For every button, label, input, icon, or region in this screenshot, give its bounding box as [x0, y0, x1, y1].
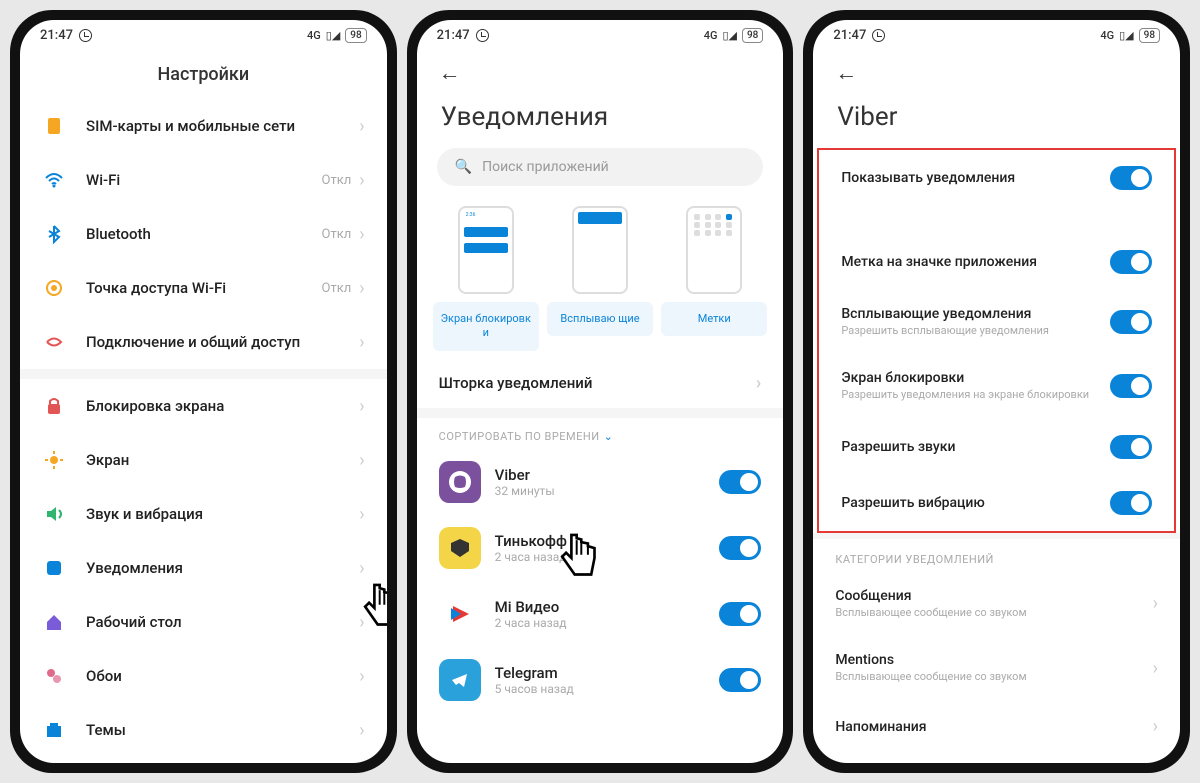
- chevron-right-icon: ›: [1153, 658, 1158, 679]
- notif-icon: [42, 556, 66, 580]
- settings-item[interactable]: Bluetooth Откл ›: [20, 207, 387, 261]
- app-row[interactable]: Mi Видео2 часа назад: [417, 581, 784, 647]
- settings-item[interactable]: Обои ›: [20, 649, 387, 703]
- settings-item[interactable]: Темы ›: [20, 703, 387, 757]
- settings-item[interactable]: SIM-карты и мобильные сети ›: [20, 99, 387, 153]
- chevron-right-icon: ›: [1153, 716, 1158, 737]
- toggle[interactable]: [719, 602, 761, 626]
- app-row[interactable]: Тинькофф2 часа назад: [417, 515, 784, 581]
- search-input[interactable]: 🔍 Поиск приложений: [437, 148, 764, 186]
- settings-item[interactable]: Звук и вибрация ›: [20, 487, 387, 541]
- highlighted-settings: Показывать уведомления Метка на значке п…: [817, 148, 1176, 533]
- time: 21:47: [40, 28, 73, 43]
- settings-item[interactable]: Wi-Fi Откл ›: [20, 153, 387, 207]
- settings-item[interactable]: Подключение и общий доступ ›: [20, 315, 387, 369]
- chevron-right-icon: ›: [359, 558, 364, 579]
- category-row[interactable]: СообщенияВсплывающее сообщение со звуком…: [813, 572, 1180, 636]
- chevron-right-icon: ›: [359, 278, 364, 299]
- alarm-icon: [872, 29, 885, 42]
- battery: 98: [345, 28, 366, 43]
- toggle[interactable]: [1110, 374, 1152, 398]
- home-icon: [42, 610, 66, 634]
- setting-toggle-row[interactable]: Всплывающие уведомленияРазрешить всплыва…: [819, 290, 1174, 354]
- settings-item[interactable]: Рабочий стол ›: [20, 595, 387, 649]
- wall-icon: [42, 664, 66, 688]
- categories-header: КАТЕГОРИИ УВЕДОМЛЕНИЙ: [813, 539, 1180, 572]
- chevron-right-icon: ›: [359, 332, 364, 353]
- app-icon: [439, 659, 481, 701]
- settings-item[interactable]: Уведомления ›: [20, 541, 387, 595]
- app-row[interactable]: Viber32 минуты: [417, 449, 784, 515]
- chevron-right-icon: ›: [359, 396, 364, 417]
- sun-icon: [42, 448, 66, 472]
- search-icon: 🔍: [455, 159, 472, 175]
- toggle[interactable]: [719, 668, 761, 692]
- setting-toggle-row[interactable]: Метка на значке приложения: [819, 234, 1174, 290]
- notification-style-row: 2:36 Экран блокировк и Всплываю щие Метк…: [417, 186, 784, 359]
- toggle[interactable]: [1110, 435, 1152, 459]
- divider: [20, 369, 387, 379]
- app-row[interactable]: Telegram5 часов назад: [417, 647, 784, 713]
- category-row[interactable]: Напоминания ›: [813, 700, 1180, 753]
- alarm-icon: [79, 29, 92, 42]
- toggle[interactable]: [1110, 310, 1152, 334]
- wifi-icon: [42, 168, 66, 192]
- sound-icon: [42, 502, 66, 526]
- bt-icon: [42, 222, 66, 246]
- chevron-right-icon: ›: [359, 504, 364, 525]
- settings-item[interactable]: Точка доступа Wi-Fi Откл ›: [20, 261, 387, 315]
- share-icon: [42, 330, 66, 354]
- page-title: Уведомления: [417, 96, 784, 148]
- settings-list: SIM-карты и мобильные сети › Wi-Fi Откл …: [20, 99, 387, 763]
- settings-item[interactable]: Блокировка экрана ›: [20, 379, 387, 433]
- status-bar: 21:47 4G▯◢98: [417, 20, 784, 50]
- app-icon: [439, 593, 481, 635]
- status-bar: 21:47 4G▯◢98: [813, 20, 1180, 50]
- settings-item[interactable]: Экран ›: [20, 433, 387, 487]
- net: 4G: [307, 29, 321, 42]
- style-lockscreen[interactable]: 2:36 Экран блокировк и: [433, 206, 539, 351]
- style-popup[interactable]: Всплываю щие: [547, 206, 653, 351]
- status-bar: 21:47 4G ▯◢ 98: [20, 20, 387, 50]
- app-icon: [439, 527, 481, 569]
- chevron-right-icon: ›: [756, 373, 761, 394]
- phone-3: 21:47 4G▯◢98 ← Viber Показывать уведомле…: [803, 10, 1190, 773]
- chevron-right-icon: ›: [1153, 593, 1158, 614]
- chevron-right-icon: ›: [359, 116, 364, 137]
- chevron-right-icon: ›: [359, 170, 364, 191]
- chevron-right-icon: ›: [359, 224, 364, 245]
- toggle[interactable]: [1110, 250, 1152, 274]
- setting-toggle-row[interactable]: Показывать уведомления: [819, 150, 1174, 206]
- chevron-right-icon: ›: [359, 612, 364, 633]
- sim-icon: [42, 114, 66, 138]
- sort-header[interactable]: СОРТИРОВАТЬ ПО ВРЕМЕНИ⌄: [417, 418, 784, 449]
- toggle[interactable]: [1110, 491, 1152, 515]
- phone-2: 21:47 4G▯◢98 ← Уведомления 🔍 Поиск прило…: [407, 10, 794, 773]
- setting-toggle-row[interactable]: Разрешить звуки: [819, 419, 1174, 475]
- category-row[interactable]: MentionsВсплывающее сообщение со звуком …: [813, 636, 1180, 700]
- back-button[interactable]: ←: [835, 60, 857, 86]
- toggle[interactable]: [1110, 166, 1152, 190]
- chevron-right-icon: ›: [359, 450, 364, 471]
- signal-icon: ▯◢: [326, 29, 341, 42]
- lock-icon: [42, 394, 66, 418]
- toggle[interactable]: [719, 536, 761, 560]
- chevron-right-icon: ›: [359, 720, 364, 741]
- toggle[interactable]: [719, 470, 761, 494]
- setting-toggle-row[interactable]: Разрешить вибрацию: [819, 475, 1174, 531]
- back-button[interactable]: ←: [439, 60, 461, 86]
- setting-toggle-row[interactable]: Экран блокировкиРазрешить уведомления на…: [819, 354, 1174, 418]
- page-title: Viber: [813, 96, 1180, 148]
- chevron-right-icon: ›: [359, 666, 364, 687]
- page-title: Настройки: [20, 50, 387, 99]
- app-icon: [439, 461, 481, 503]
- alarm-icon: [476, 29, 489, 42]
- theme-icon: [42, 718, 66, 742]
- notification-shade-row[interactable]: Шторка уведомлений›: [417, 359, 784, 408]
- phone-1: 21:47 4G ▯◢ 98 Настройки SIM-карты и мобил…: [10, 10, 397, 773]
- hotspot-icon: [42, 276, 66, 300]
- style-badges[interactable]: Метки: [661, 206, 767, 351]
